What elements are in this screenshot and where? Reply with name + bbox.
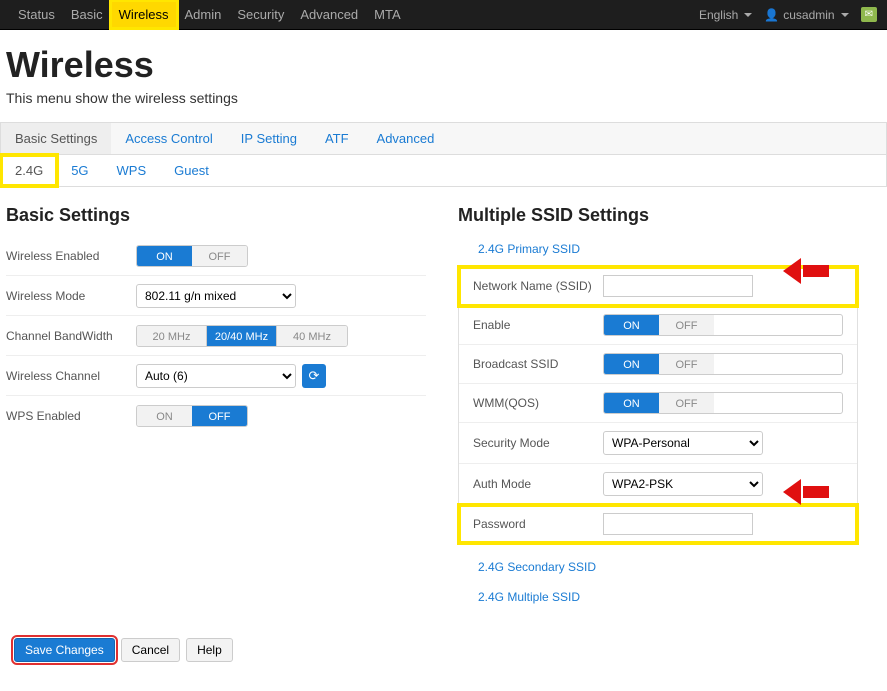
- enable-toggle[interactable]: ON OFF: [603, 314, 843, 336]
- refresh-icon: ⟳: [309, 368, 320, 384]
- bw-40[interactable]: 40 MHz: [277, 326, 347, 346]
- user-icon: 👤: [764, 8, 779, 22]
- row-wmm: WMM(QOS) ON OFF: [459, 384, 857, 423]
- nav-security[interactable]: Security: [229, 1, 292, 28]
- save-changes-button[interactable]: Save Changes: [14, 638, 115, 662]
- row-broadcast-ssid: Broadcast SSID ON OFF: [459, 345, 857, 384]
- tab-guest[interactable]: Guest: [160, 155, 223, 186]
- broadcast-toggle[interactable]: ON OFF: [603, 353, 843, 375]
- channel-bandwidth-label: Channel BandWidth: [6, 329, 136, 343]
- wmm-label: WMM(QOS): [473, 396, 603, 410]
- auth-mode-label: Auth Mode: [473, 477, 603, 491]
- chevron-down-icon: [744, 13, 752, 17]
- security-mode-label: Security Mode: [473, 436, 603, 450]
- broadcast-ssid-label: Broadcast SSID: [473, 357, 603, 371]
- multiple-ssid-heading: Multiple SSID Settings: [458, 205, 858, 226]
- password-label: Password: [473, 517, 603, 531]
- page-title: Wireless: [6, 44, 881, 86]
- toggle-on[interactable]: ON: [137, 246, 192, 266]
- page-subtitle: This menu show the wireless settings: [6, 90, 881, 106]
- toggle-off[interactable]: OFF: [192, 246, 247, 266]
- toggle-off[interactable]: OFF: [659, 354, 714, 374]
- tab-5g[interactable]: 5G: [57, 155, 102, 186]
- auth-mode-select[interactable]: WPA2-PSK: [603, 472, 763, 496]
- row-wps-enabled: WPS Enabled ON OFF: [6, 396, 426, 436]
- bw-20[interactable]: 20 MHz: [137, 326, 207, 346]
- toggle-off[interactable]: OFF: [659, 315, 714, 335]
- help-button[interactable]: Help: [186, 638, 233, 662]
- tab-2-4g[interactable]: 2.4G: [1, 155, 57, 186]
- nav-basic[interactable]: Basic: [63, 1, 111, 28]
- toggle-off[interactable]: OFF: [659, 393, 714, 413]
- basic-settings-section: Basic Settings Wireless Enabled ON OFF W…: [6, 199, 426, 614]
- nav-advanced[interactable]: Advanced: [292, 1, 366, 28]
- wps-enabled-toggle[interactable]: ON OFF: [136, 405, 248, 427]
- password-input[interactable]: [603, 513, 753, 535]
- tab-access-control[interactable]: Access Control: [111, 123, 226, 154]
- row-security-mode: Security Mode WPA-Personal: [459, 423, 857, 464]
- toggle-on[interactable]: ON: [604, 393, 659, 413]
- arrow-annotation-icon: [793, 261, 829, 281]
- wireless-enabled-toggle[interactable]: ON OFF: [136, 245, 248, 267]
- network-name-label: Network Name (SSID): [473, 279, 603, 293]
- footer-actions: Save Changes Cancel Help: [0, 618, 887, 682]
- tab-ip-setting[interactable]: IP Setting: [227, 123, 311, 154]
- wireless-enabled-label: Wireless Enabled: [6, 249, 136, 263]
- row-wireless-enabled: Wireless Enabled ON OFF: [6, 236, 426, 276]
- toggle-on[interactable]: ON: [604, 354, 659, 374]
- toggle-off[interactable]: OFF: [192, 406, 247, 426]
- nav-admin[interactable]: Admin: [177, 1, 230, 28]
- cancel-button[interactable]: Cancel: [121, 638, 180, 662]
- wps-enabled-label: WPS Enabled: [6, 409, 136, 423]
- wireless-mode-label: Wireless Mode: [6, 289, 136, 303]
- page-header: Wireless This menu show the wireless set…: [0, 30, 887, 114]
- bandwidth-segmented[interactable]: 20 MHz 20/40 MHz 40 MHz: [136, 325, 348, 347]
- nav-mta[interactable]: MTA: [366, 1, 408, 28]
- wireless-channel-label: Wireless Channel: [6, 369, 136, 383]
- tab-wps[interactable]: WPS: [103, 155, 161, 186]
- arrow-annotation-icon: [793, 482, 829, 502]
- basic-settings-heading: Basic Settings: [6, 205, 426, 226]
- mail-icon[interactable]: ✉: [861, 7, 877, 22]
- row-enable: Enable ON OFF: [459, 306, 857, 345]
- wireless-channel-select[interactable]: Auto (6): [136, 364, 296, 388]
- chevron-down-icon: [841, 13, 849, 17]
- row-wireless-channel: Wireless Channel Auto (6) ⟳: [6, 356, 426, 396]
- tab-basic-settings[interactable]: Basic Settings: [1, 123, 111, 154]
- top-nav: Status Basic Wireless Admin Security Adv…: [0, 0, 887, 30]
- row-wireless-mode: Wireless Mode 802.11 g/n mixed: [6, 276, 426, 316]
- bw-2040[interactable]: 20/40 MHz: [207, 326, 277, 346]
- nav-status[interactable]: Status: [10, 1, 63, 28]
- wireless-mode-select[interactable]: 802.11 g/n mixed: [136, 284, 296, 308]
- multiple-ssid-section: Multiple SSID Settings 2.4G Primary SSID…: [458, 199, 858, 614]
- toggle-on[interactable]: ON: [604, 315, 659, 335]
- tab-advanced[interactable]: Advanced: [363, 123, 449, 154]
- nav-wireless[interactable]: Wireless: [111, 1, 177, 28]
- tabs-band: 2.4G 5G WPS Guest: [0, 155, 887, 187]
- user-menu[interactable]: 👤 cusadmin: [764, 8, 848, 22]
- refresh-channel-button[interactable]: ⟳: [302, 364, 326, 388]
- username-label: cusadmin: [783, 8, 834, 22]
- language-selector[interactable]: English: [699, 8, 752, 22]
- multiple-ssid-link[interactable]: 2.4G Multiple SSID: [458, 584, 858, 614]
- security-mode-select[interactable]: WPA-Personal: [603, 431, 763, 455]
- row-password: Password: [459, 505, 857, 543]
- topnav-menu: Status Basic Wireless Admin Security Adv…: [10, 1, 409, 28]
- enable-label: Enable: [473, 318, 603, 332]
- wmm-toggle[interactable]: ON OFF: [603, 392, 843, 414]
- tab-atf[interactable]: ATF: [311, 123, 363, 154]
- secondary-ssid-link[interactable]: 2.4G Secondary SSID: [458, 544, 858, 584]
- toggle-on[interactable]: ON: [137, 406, 192, 426]
- row-channel-bandwidth: Channel BandWidth 20 MHz 20/40 MHz 40 MH…: [6, 316, 426, 356]
- network-name-input[interactable]: [603, 275, 753, 297]
- tabs-primary: Basic Settings Access Control IP Setting…: [0, 122, 887, 155]
- language-label: English: [699, 8, 738, 22]
